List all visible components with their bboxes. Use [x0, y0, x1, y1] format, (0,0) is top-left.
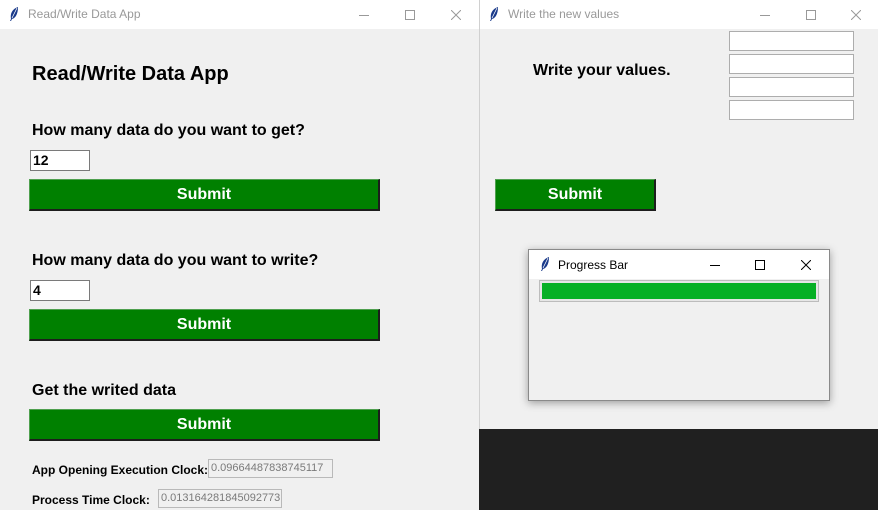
progress-window: Progress Bar: [528, 249, 830, 401]
get-submit-button[interactable]: Submit: [29, 179, 380, 211]
write-window-title: Write the new values: [508, 7, 620, 21]
read-data-label: Get the writed data: [32, 382, 177, 399]
write-question-label: How many data do you want to write?: [32, 252, 319, 269]
app-heading: Read/Write Data App: [32, 63, 229, 85]
close-icon[interactable]: [433, 0, 479, 29]
minimize-icon[interactable]: [341, 0, 387, 29]
maximize-icon[interactable]: [387, 0, 433, 29]
progress-bar-fill: [542, 283, 816, 299]
read-submit-button[interactable]: Submit: [29, 409, 380, 441]
feather-icon: [8, 6, 20, 22]
write-titlebar[interactable]: Write the new values: [480, 0, 878, 29]
minimize-icon[interactable]: [742, 0, 788, 29]
opening-clock-field[interactable]: 0.09664487838745117: [208, 459, 333, 478]
progress-bar: [539, 280, 819, 302]
process-clock-label: Process Time Clock:: [32, 493, 150, 507]
write-values-submit-button[interactable]: Submit: [495, 179, 656, 211]
main-titlebar[interactable]: Read/Write Data App: [0, 0, 479, 29]
write-submit-button[interactable]: Submit: [29, 309, 380, 341]
close-icon[interactable]: [783, 250, 829, 279]
maximize-icon[interactable]: [788, 0, 834, 29]
close-icon[interactable]: [833, 0, 878, 29]
maximize-icon[interactable]: [737, 250, 783, 279]
feather-icon: [488, 6, 500, 22]
get-question-label: How many data do you want to get?: [32, 122, 305, 139]
opening-clock-label: App Opening Execution Clock:: [32, 463, 209, 477]
minimize-icon[interactable]: [692, 250, 738, 279]
progress-window-title: Progress Bar: [558, 258, 629, 272]
main-window: Read/Write Data App Read/Write Data App …: [0, 0, 479, 510]
get-count-input[interactable]: 12: [30, 150, 90, 171]
value-input-1[interactable]: [729, 31, 854, 51]
main-window-title: Read/Write Data App: [28, 7, 141, 21]
value-input-2[interactable]: [729, 54, 854, 74]
write-count-input[interactable]: 4: [30, 280, 90, 301]
progress-titlebar[interactable]: Progress Bar: [529, 250, 829, 279]
process-clock-field[interactable]: 0.013164281845092773: [158, 489, 282, 508]
value-input-4[interactable]: [729, 100, 854, 120]
value-input-3[interactable]: [729, 77, 854, 97]
write-prompt-label: Write your values.: [533, 62, 671, 79]
feather-icon: [539, 256, 551, 272]
